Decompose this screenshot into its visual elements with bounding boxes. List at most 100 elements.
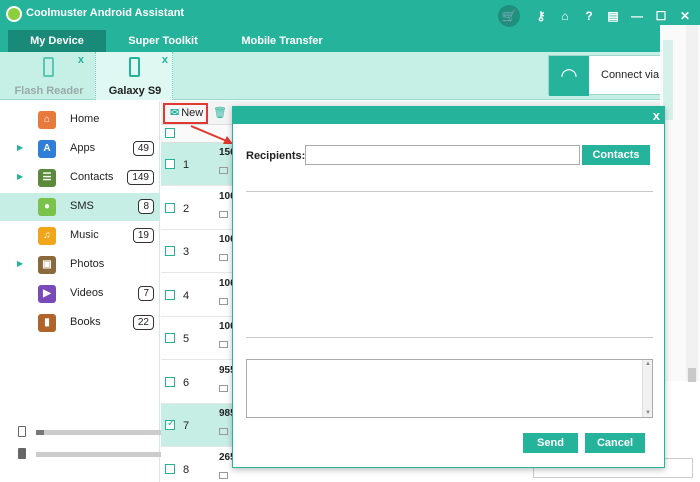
tab-super-toolkit[interactable]: Super Toolkit	[114, 30, 212, 52]
expand-arrow-icon[interactable]: ▶	[17, 259, 23, 268]
new-message-button[interactable]: ✉ New	[163, 103, 208, 124]
sidebar-item-books[interactable]: ▮ Books 22	[0, 309, 160, 337]
phone-storage	[18, 426, 164, 438]
contacts-icon: ☰	[38, 169, 56, 187]
sidebar-item-label: Videos	[70, 287, 104, 299]
row-checkbox[interactable]	[165, 333, 175, 343]
help-icon[interactable]: ?	[580, 7, 598, 25]
storage-bar	[36, 452, 164, 457]
table-row[interactable]: 4 106	[161, 273, 236, 317]
main-nav: My Device Super Toolkit Mobile Transfer	[0, 30, 700, 52]
apps-icon: A	[38, 140, 56, 158]
app-title: Coolmuster Android Assistant	[26, 7, 185, 19]
home-icon[interactable]: ⌂	[556, 7, 574, 25]
close-device-flash-reader[interactable]: x	[78, 54, 84, 66]
dialog-close-icon[interactable]: x	[653, 107, 660, 124]
sdcard-storage	[18, 448, 164, 460]
new-message-dialog: x Recipients: Contacts ▲ ▼ Send Cancel	[232, 106, 665, 468]
sidebar-item-apps[interactable]: ▶ A Apps 49	[0, 135, 160, 163]
sidebar-item-label: Home	[70, 113, 100, 125]
row-checkbox[interactable]	[165, 376, 175, 387]
maximize-icon[interactable]: ☐	[652, 7, 670, 25]
envelope-icon	[219, 341, 228, 348]
scroll-down-icon[interactable]: ▼	[645, 410, 651, 416]
table-row[interactable]: 2 106	[161, 186, 236, 230]
sidebar-item-music[interactable]: ♫ Music 19	[0, 222, 160, 250]
envelope-icon	[219, 210, 228, 218]
envelope-icon	[219, 254, 228, 261]
count-badge: 22	[132, 315, 154, 330]
sidebar-item-label: Photos	[70, 258, 105, 270]
row-number: 7	[183, 420, 190, 432]
expand-arrow-icon[interactable]: ▶	[17, 143, 23, 152]
table-row[interactable]: 3 106	[161, 230, 236, 273]
row-checkbox[interactable]	[165, 418, 175, 430]
row-number: 3	[183, 246, 190, 258]
new-button-label: New	[181, 107, 204, 119]
row-checkbox[interactable]	[165, 289, 175, 300]
close-device-galaxy-s9[interactable]: x	[162, 54, 168, 66]
delete-icon[interactable]: 🗑	[213, 106, 227, 119]
scroll-up-icon[interactable]: ▲	[645, 361, 651, 367]
cart-icon[interactable]: 🛒	[498, 5, 520, 27]
table-row[interactable]: 7985	[161, 404, 236, 447]
row-checkbox[interactable]	[165, 463, 175, 474]
row-number: 1	[183, 159, 190, 171]
phone-storage-icon	[18, 426, 26, 437]
tab-my-device[interactable]: My Device	[8, 30, 106, 52]
device-tab-flash-reader[interactable]: x Flash Reader	[10, 52, 88, 100]
books-icon: ▮	[38, 314, 56, 332]
expand-arrow-icon[interactable]: ▶	[17, 172, 23, 181]
message-scrollbar[interactable]: ▲ ▼	[642, 360, 652, 417]
envelope-icon	[219, 471, 228, 479]
device-label: Flash Reader	[14, 85, 84, 97]
app-logo-icon	[6, 6, 22, 22]
wifi-icon: ◠	[549, 56, 589, 96]
tab-mobile-transfer[interactable]: Mobile Transfer	[228, 30, 336, 52]
close-icon[interactable]: ✕	[676, 7, 694, 25]
recipients-input[interactable]	[305, 145, 580, 165]
phone-icon	[43, 57, 54, 77]
key-icon[interactable]: ⚷	[532, 7, 550, 25]
sidebar-item-label: Contacts	[70, 171, 114, 183]
sidebar-item-sms[interactable]: ● SMS 8	[0, 193, 160, 221]
count-badge: 19	[132, 228, 154, 243]
row-checkbox[interactable]	[165, 159, 175, 169]
count-badge: 8	[138, 199, 154, 214]
count-badge: 7	[138, 286, 154, 301]
scrollbar-thumb[interactable]	[688, 368, 696, 382]
sidebar-item-photos[interactable]: ▶ ▣ Photos	[0, 251, 160, 279]
device-tab-galaxy-s9[interactable]: x Galaxy S9	[95, 52, 173, 100]
minimize-icon[interactable]: —	[628, 7, 646, 25]
row-checkbox[interactable]	[165, 202, 175, 213]
contacts-button[interactable]: Contacts	[582, 145, 650, 165]
sidebar-item-videos[interactable]: ▶ Videos 7	[0, 280, 160, 308]
row-checkbox[interactable]	[165, 246, 175, 256]
row-number: 8	[183, 463, 190, 476]
sidebar-item-label: Books	[70, 316, 101, 328]
table-row[interactable]: 6 955	[161, 360, 236, 404]
send-button[interactable]: Send	[523, 433, 578, 453]
photos-icon: ▣	[38, 256, 56, 274]
envelope-icon	[219, 428, 228, 435]
table-row[interactable]: 8 265	[161, 447, 236, 482]
cancel-button[interactable]: Cancel	[585, 433, 645, 453]
message-textarea[interactable]	[246, 359, 653, 418]
device-strip: x Flash Reader x Galaxy S9 ◠ Connect via…	[0, 52, 700, 100]
sidebar-item-home[interactable]: ⌂ Home	[0, 106, 160, 134]
count-badge: 49	[132, 141, 154, 156]
dialog-header: x	[233, 107, 664, 124]
row-number: 6	[183, 376, 190, 389]
home-icon: ⌂	[38, 111, 56, 129]
row-number: 4	[183, 289, 190, 302]
conversation-scrollbar[interactable]	[686, 25, 698, 381]
select-all-checkbox[interactable]	[165, 128, 175, 138]
table-row[interactable]: 5 106	[161, 317, 236, 360]
count-badge: 149	[127, 170, 154, 185]
storage-fill	[36, 430, 44, 435]
sidebar-item-contacts[interactable]: ▶ ☰ Contacts 149	[0, 164, 160, 192]
feedback-icon[interactable]: ▤	[604, 7, 622, 25]
sidebar-item-label: Apps	[70, 142, 96, 154]
envelope-icon	[219, 167, 228, 174]
row-number: 5	[183, 333, 190, 345]
